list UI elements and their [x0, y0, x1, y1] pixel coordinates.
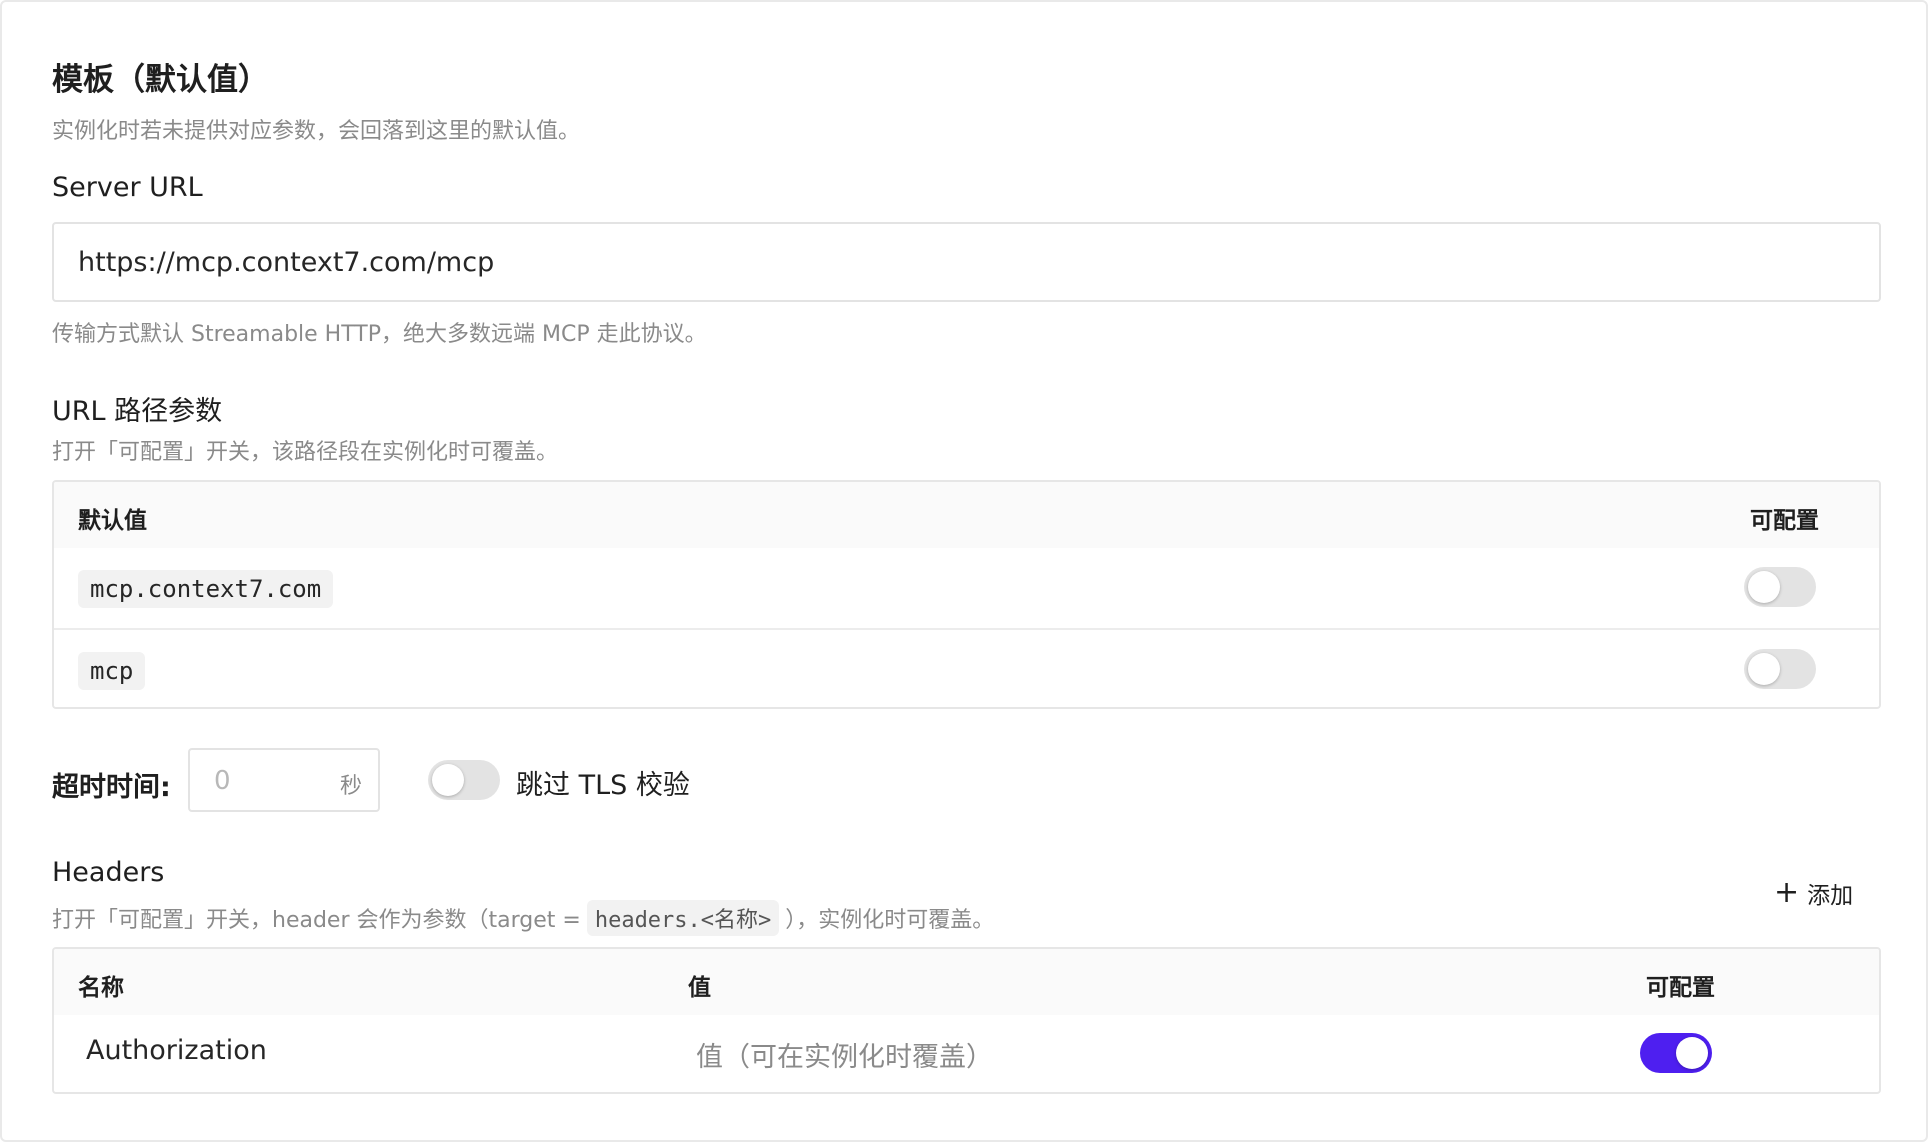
section-title: 模板（默认值）: [52, 62, 269, 98]
table-header: 默认值 可配置: [54, 482, 1879, 548]
server-url-value: https://mcp.context7.com/mcp: [78, 246, 495, 278]
table-row: Authorization 值（可在实例化时覆盖）: [54, 1015, 1879, 1092]
headers-target-code: headers.<名称>: [586, 900, 780, 936]
headers-description: 打开「可配置」开关，header 会作为参数（target = headers.…: [52, 900, 994, 936]
section-description: 实例化时若未提供对应参数，会回落到这里的默认值。: [52, 119, 581, 144]
column-header-configurable: 可配置: [1646, 975, 1715, 1001]
configurable-toggle[interactable]: [1744, 567, 1816, 607]
column-header-default: 默认值: [78, 508, 147, 534]
configurable-toggle[interactable]: [1640, 1033, 1712, 1073]
timeout-value: 0: [214, 766, 231, 796]
skip-tls-label: 跳过 TLS 校验: [516, 770, 690, 801]
toggle-knob: [1748, 571, 1780, 603]
table-header: 名称 值 可配置: [54, 949, 1879, 1015]
server-url-hint: 传输方式默认 Streamable HTTP，绝大多数远端 MCP 走此协议。: [52, 322, 707, 347]
column-header-value: 值: [688, 975, 711, 1001]
path-params-label: URL 路径参数: [52, 396, 223, 427]
header-name-field[interactable]: Authorization: [86, 1035, 267, 1066]
timeout-unit: 秒: [339, 774, 362, 799]
path-params-description: 打开「可配置」开关，该路径段在实例化时可覆盖。: [52, 440, 559, 465]
headers-description-suffix: ），实例化时可覆盖。: [785, 908, 995, 933]
path-segment-value: mcp.context7.com: [78, 570, 334, 608]
template-card: 模板（默认值） 实例化时若未提供对应参数，会回落到这里的默认值。 Server …: [0, 0, 1928, 1142]
configurable-toggle[interactable]: [1744, 649, 1816, 689]
toggle-knob: [1676, 1037, 1708, 1069]
toggle-knob: [1748, 653, 1780, 685]
timeout-input[interactable]: 0 秒: [188, 748, 380, 812]
headers-label: Headers: [52, 857, 165, 888]
timeout-label: 超时时间:: [52, 772, 171, 803]
plus-icon: +: [1774, 875, 1800, 910]
table-row: mcp.context7.com: [54, 548, 1879, 628]
header-value-field[interactable]: 值（可在实例化时覆盖）: [696, 1035, 993, 1074]
add-header-button[interactable]: + 添加: [1774, 876, 1853, 910]
column-header-configurable: 可配置: [1750, 508, 1819, 534]
path-params-table: 默认值 可配置 mcp.context7.com mcp: [52, 480, 1881, 709]
headers-description-prefix: 打开「可配置」开关，header 会作为参数（target =: [52, 908, 581, 933]
toggle-knob: [432, 764, 464, 796]
column-header-name: 名称: [78, 975, 124, 1001]
server-url-input[interactable]: https://mcp.context7.com/mcp: [52, 222, 1881, 302]
server-url-label: Server URL: [52, 172, 203, 203]
skip-tls-toggle[interactable]: [428, 760, 500, 800]
headers-table: 名称 值 可配置 Authorization 值（可在实例化时覆盖）: [52, 947, 1881, 1094]
add-header-label: 添加: [1807, 883, 1854, 909]
table-row: mcp: [54, 628, 1879, 707]
path-segment-value: mcp: [78, 652, 146, 690]
